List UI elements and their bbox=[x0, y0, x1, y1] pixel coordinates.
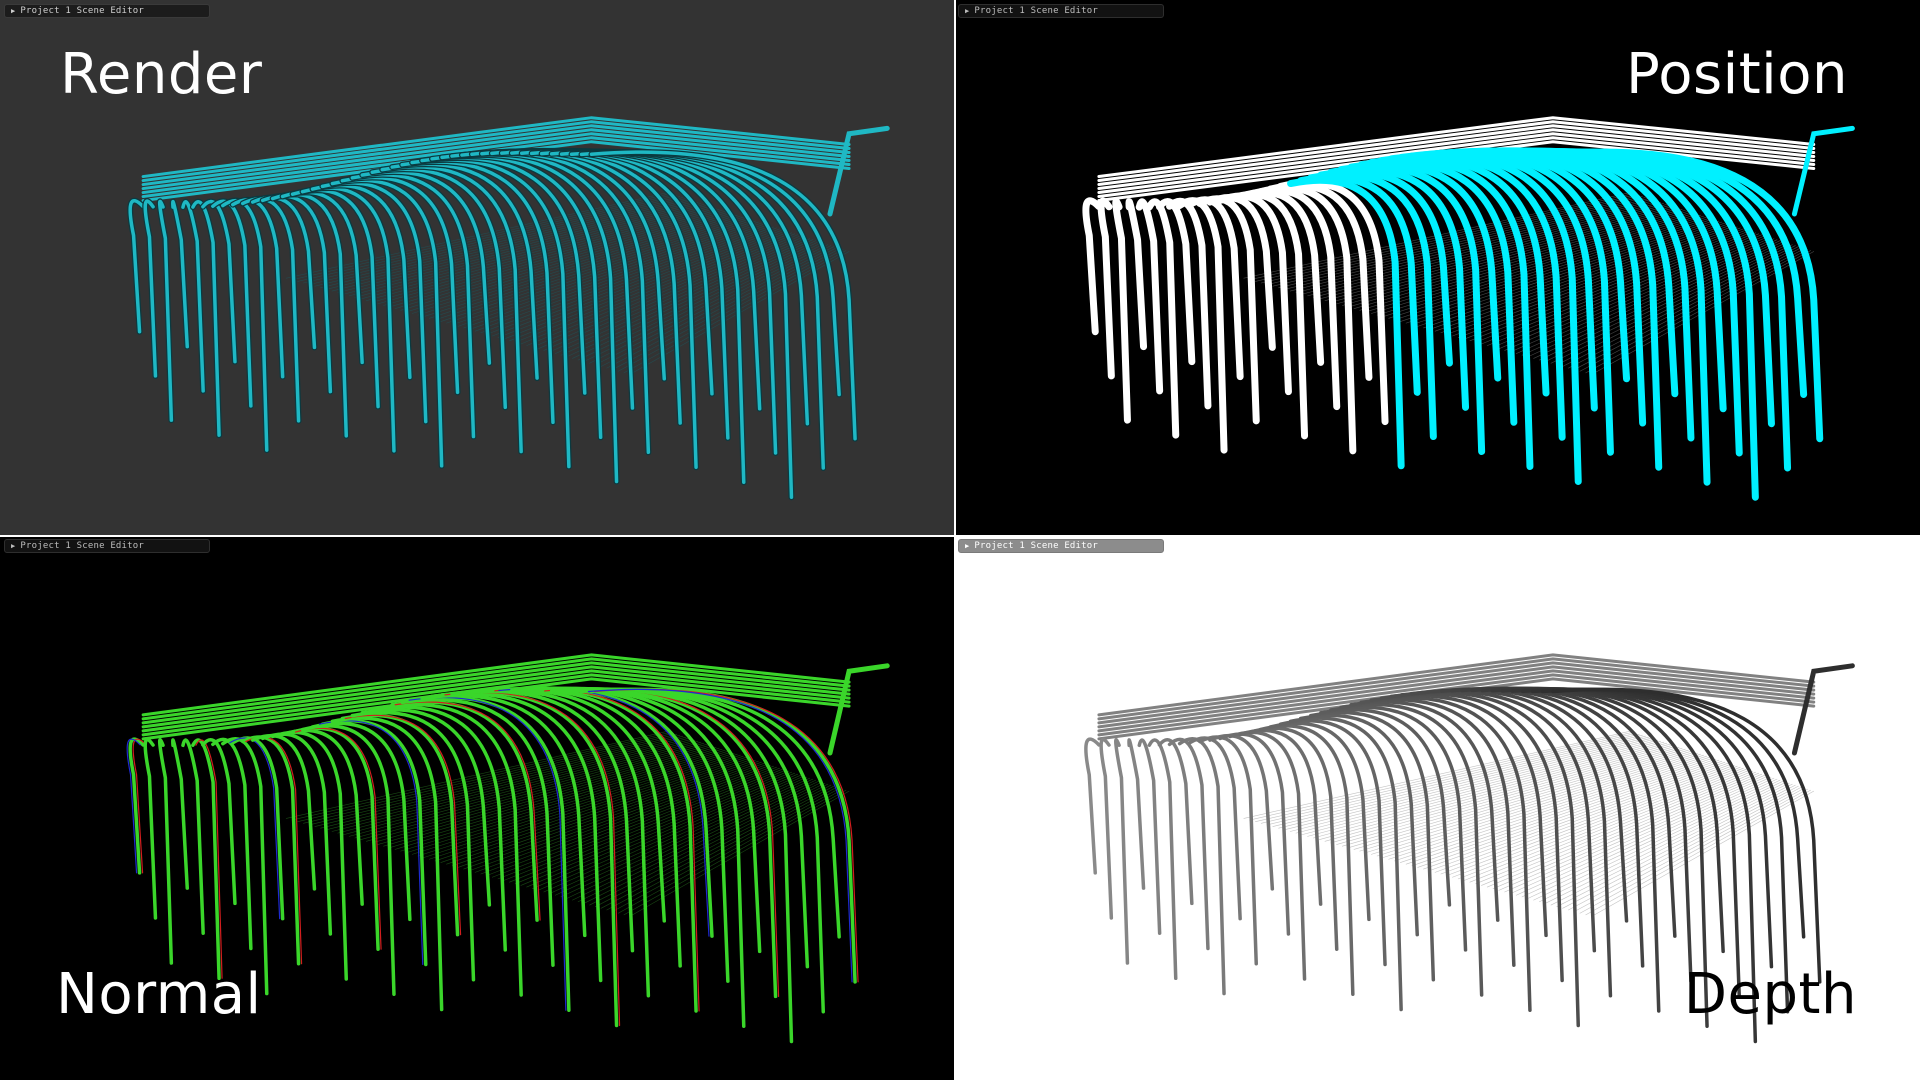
window-title: Project 1 Scene Editor bbox=[974, 6, 1099, 16]
position-viewport[interactable]: ▶ Project 1 Scene Editor Position bbox=[954, 0, 1920, 535]
window-titlebar-depth[interactable]: ▶ Project 1 Scene Editor bbox=[958, 539, 1164, 553]
normal-viewport[interactable]: ▶ Project 1 Scene Editor Normal bbox=[0, 535, 954, 1080]
caption-normal: Normal bbox=[56, 962, 262, 1027]
depth-viewport[interactable]: ▶ Project 1 Scene Editor Depth bbox=[954, 535, 1920, 1080]
window-title: Project 1 Scene Editor bbox=[974, 541, 1099, 551]
caption-depth: Depth bbox=[1683, 962, 1857, 1027]
collapse-triangle-icon[interactable]: ▶ bbox=[965, 7, 969, 15]
panel-divider-vertical bbox=[954, 0, 956, 1080]
panel-divider-horizontal bbox=[0, 535, 1920, 537]
caption-position: Position bbox=[1625, 42, 1848, 107]
collapse-triangle-icon[interactable]: ▶ bbox=[965, 542, 969, 550]
render-viewport[interactable]: ▶ Project 1 Scene Editor Render bbox=[0, 0, 954, 535]
window-title: Project 1 Scene Editor bbox=[20, 6, 145, 16]
window-titlebar-render[interactable]: ▶ Project 1 Scene Editor bbox=[4, 4, 210, 18]
window-titlebar-position[interactable]: ▶ Project 1 Scene Editor bbox=[958, 4, 1164, 18]
collapse-triangle-icon[interactable]: ▶ bbox=[11, 542, 15, 550]
caption-render: Render bbox=[60, 42, 263, 107]
window-titlebar-normal[interactable]: ▶ Project 1 Scene Editor bbox=[4, 539, 210, 553]
window-title: Project 1 Scene Editor bbox=[20, 541, 145, 551]
collapse-triangle-icon[interactable]: ▶ bbox=[11, 7, 15, 15]
